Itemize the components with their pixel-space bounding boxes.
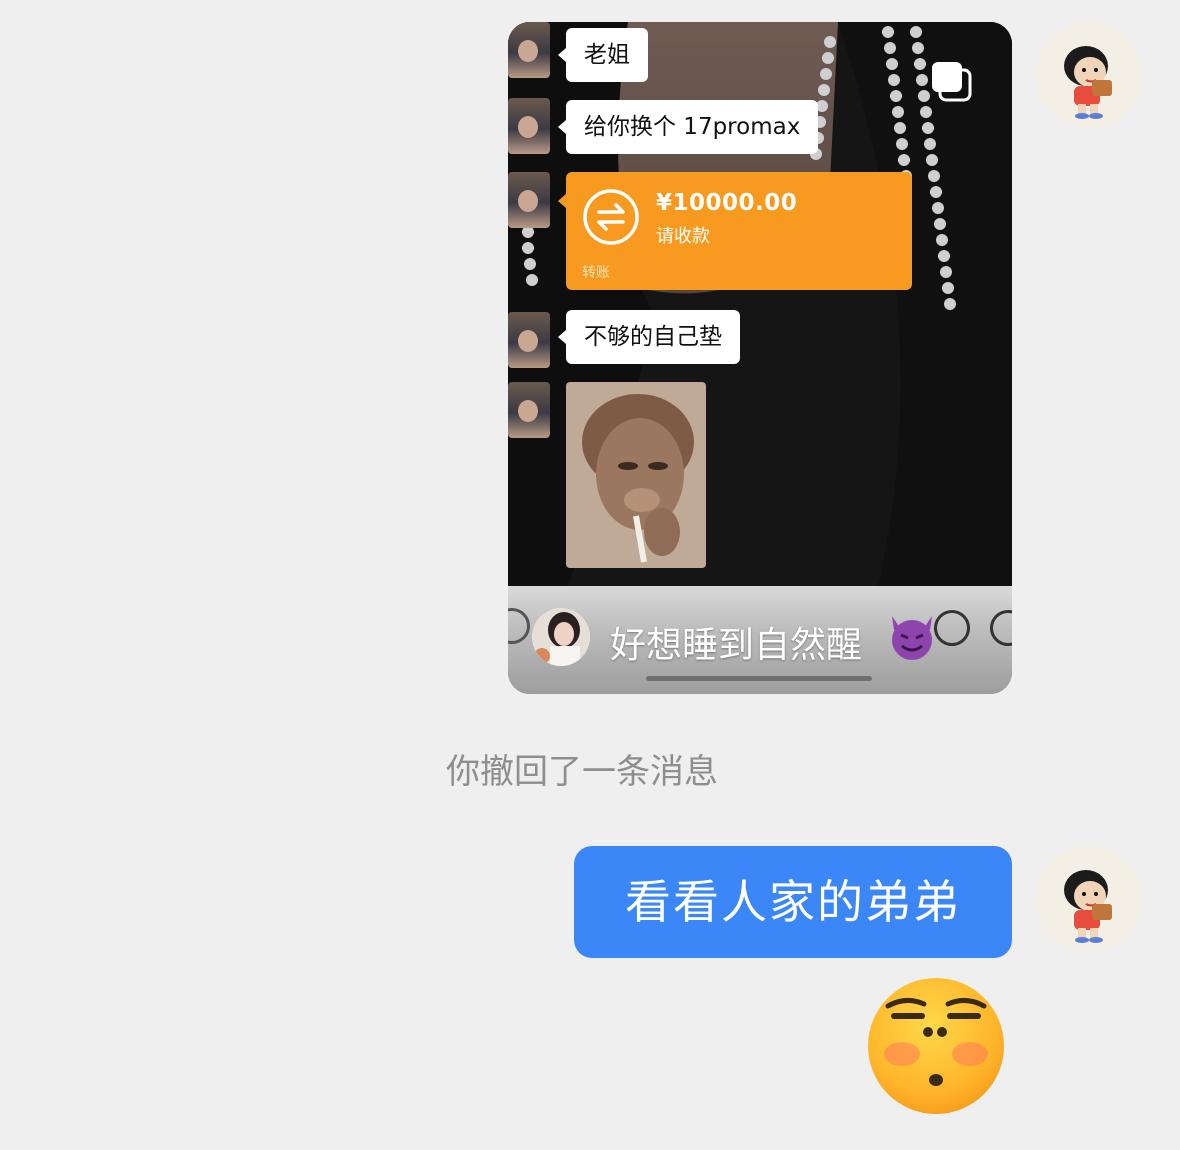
contact-avatar — [532, 608, 590, 666]
sender-avatar — [508, 22, 550, 78]
recalled-message-notice: 你撤回了一条消息 — [446, 752, 718, 792]
shared-screenshot-image[interactable]: 老姐 给你换个 17promax ¥10000.00 请收款 转账 不够的自己垫 — [508, 22, 1012, 694]
transfer-status: 请收款 — [656, 226, 710, 247]
copy-icon[interactable] — [928, 58, 974, 104]
smiling-devil-emoji — [886, 610, 938, 662]
sender-avatar — [508, 98, 550, 154]
my-avatar[interactable] — [1036, 22, 1142, 128]
chat-message: 老姐 — [558, 28, 648, 82]
transfer-card: ¥10000.00 请收款 转账 — [558, 172, 912, 290]
unamused-face-emoji[interactable] — [866, 976, 1006, 1116]
plus-icon — [990, 610, 1012, 646]
monkey-meme-image — [566, 382, 706, 568]
transfer-arrows-icon — [582, 188, 640, 246]
transfer-amount: ¥10000.00 — [656, 190, 798, 216]
my-avatar[interactable] — [1036, 846, 1142, 952]
sender-avatar — [508, 172, 550, 228]
sender-avatar — [508, 382, 550, 438]
chat-message: 不够的自己垫 — [558, 310, 740, 364]
smiley-icon — [934, 610, 970, 646]
outgoing-message-bubble[interactable]: 看看人家的弟弟 — [574, 846, 1012, 958]
sender-avatar — [508, 312, 550, 368]
chat-message: 给你换个 17promax — [557, 100, 819, 154]
home-indicator — [646, 676, 872, 681]
voice-icon — [508, 608, 530, 644]
draft-text: 好想睡到自然醒 — [610, 625, 863, 666]
transfer-type-label: 转账 — [582, 265, 610, 281]
screenshot-input-bar: 好想睡到自然醒 — [508, 586, 1012, 694]
